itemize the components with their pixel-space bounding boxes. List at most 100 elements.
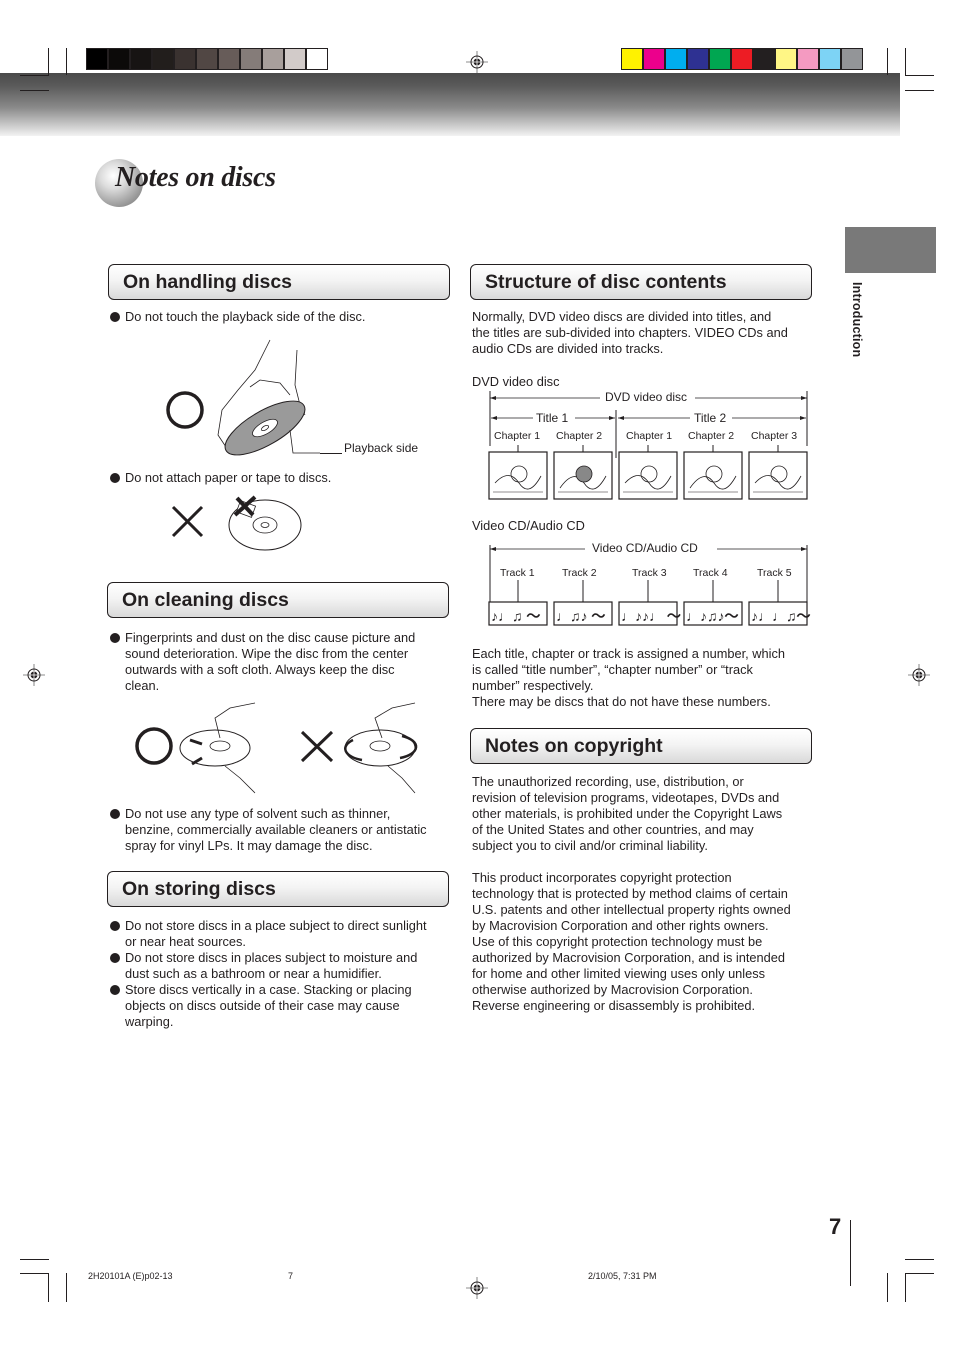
crop-mark	[66, 48, 67, 75]
text-line: Do not store discs in places subject to …	[125, 950, 418, 965]
dvd-chapter-label: Chapter 2	[556, 430, 603, 442]
dvd-title-2-label: Title 2	[694, 411, 727, 425]
text-line: Fingerprints and dust on the disc cause …	[125, 630, 416, 645]
text-line: authorized by Macrovision Corporation, a…	[472, 950, 785, 965]
page-title: Notes on discs	[115, 162, 276, 193]
dvd-title-1-label: Title 1	[536, 411, 569, 425]
dvd-diagram-disc-label: DVD video disc	[605, 390, 688, 404]
gray-swatch	[197, 49, 217, 69]
crop-mark	[905, 1273, 934, 1274]
text-line: by Macrovision Corporation and other rig…	[472, 918, 769, 933]
text-line: dust such as a bathroom or near a humidi…	[125, 966, 382, 981]
crop-mark	[887, 48, 888, 75]
playback-leader-line	[320, 453, 342, 454]
gray-swatch	[87, 49, 107, 69]
cd-track-label: Track 4	[693, 567, 728, 579]
text-line: outwards with a soft cloth. Always keep …	[125, 662, 395, 677]
cleaning-bullet-2: Do not use any type of solvent such as t…	[109, 806, 465, 854]
gray-swatch	[219, 49, 239, 69]
text-line: Each title, chapter or track is assigned…	[472, 646, 785, 661]
crop-mark	[887, 1273, 888, 1302]
dvd-chapter-label: Chapter 3	[751, 430, 798, 442]
storing-bullet-2: Do not store discs in places subject to …	[109, 950, 465, 982]
crop-mark	[20, 1259, 49, 1260]
gray-swatch	[263, 49, 283, 69]
text-line: or near heat sources.	[125, 934, 246, 949]
crop-mark	[66, 1273, 67, 1302]
text-line: Store discs vertically in a case. Stacki…	[125, 982, 412, 997]
text-line: Reverse engineering or disassembly is pr…	[472, 998, 756, 1013]
structure-intro: Normally, DVD video discs are divided in…	[472, 309, 817, 357]
crop-mark	[905, 1259, 934, 1260]
text-line: for home and other limited viewing uses …	[472, 966, 766, 981]
airplane-icon	[683, 451, 743, 500]
text-line: sound deterioration. Wipe the disc from …	[125, 646, 409, 661]
gray-swatch	[175, 49, 195, 69]
color-swatch	[666, 49, 686, 69]
ok-circle-icon	[135, 727, 173, 765]
car-icon	[748, 451, 808, 500]
gray-swatch	[153, 49, 173, 69]
text-line: This product incorporates copyright prot…	[472, 870, 732, 885]
text-line: audio CDs are divided into tracks.	[472, 341, 664, 356]
section-tab-marker	[845, 227, 936, 273]
hand-holding-disc-illustration	[166, 339, 320, 456]
page-number-rule	[850, 1220, 851, 1286]
color-swatch	[622, 49, 642, 69]
ng-cross-icon	[300, 730, 334, 763]
color-swatch	[754, 49, 774, 69]
music-notes-icon: ♩♪♫♪～	[686, 608, 739, 624]
flowers-icon	[488, 451, 548, 500]
color-swatch	[644, 49, 664, 69]
dvd-chapter-label: Chapter 1	[494, 430, 541, 442]
registration-mark-icon	[908, 664, 930, 686]
crop-mark	[905, 75, 934, 76]
text-line: is called “title number”, “chapter numbe…	[472, 662, 753, 677]
header-gradient-band	[0, 73, 900, 136]
text-line: the titles are sub-divided into chapters…	[472, 325, 788, 340]
text-line: technology that is protected by method c…	[472, 886, 788, 901]
heading-storing-discs: On storing discs	[107, 871, 449, 907]
registration-mark-icon	[466, 1277, 488, 1299]
crop-mark	[20, 90, 49, 91]
text-line: Normally, DVD video discs are divided in…	[472, 309, 772, 324]
text-line: Do not use any type of solvent such as t…	[125, 806, 391, 821]
text-line: warping.	[125, 1014, 174, 1029]
section-tab-label: Introduction	[850, 282, 864, 358]
copyright-paragraph-1: The unauthorized recording, use, distrib…	[472, 774, 817, 854]
storing-bullet-1: Do not store discs in a place subject to…	[109, 918, 465, 950]
crop-mark	[48, 48, 49, 75]
handling-bullet-2: Do not attach paper or tape to discs.	[109, 470, 331, 486]
crop-mark	[48, 1273, 49, 1302]
text-line: benzine, commercially available cleaners…	[125, 822, 427, 837]
dvd-structure-diagram	[488, 391, 808, 500]
text-line: revision of television programs, videota…	[472, 790, 780, 805]
gray-swatch	[285, 49, 305, 69]
color-swatch	[776, 49, 796, 69]
music-notes-icon: ♪♩♩♫～	[751, 608, 811, 624]
text-line: of the United States and other countries…	[472, 822, 754, 837]
color-swatch	[688, 49, 708, 69]
color-swatch	[732, 49, 752, 69]
numbering-note: Each title, chapter or track is assigned…	[472, 646, 817, 710]
text-line: There may be discs that do not have thes…	[472, 694, 771, 709]
gray-swatch	[307, 49, 327, 69]
handling-bullet-1: Do not touch the playback side of the di…	[109, 309, 365, 325]
gray-swatch	[131, 49, 151, 69]
page-number: 7	[829, 1214, 842, 1239]
text-line: subject you to civil and/or criminal lia…	[472, 838, 708, 853]
heading-structure: Structure of disc contents	[470, 264, 812, 300]
crop-mark	[20, 75, 49, 76]
dvd-chapter-label: Chapter 1	[626, 430, 673, 442]
text-line: number” respectively.	[472, 678, 594, 693]
cd-track-label: Track 5	[757, 567, 792, 579]
registration-mark-icon	[466, 51, 488, 73]
color-swatch	[798, 49, 818, 69]
cd-diagram-disc-label: Video CD/Audio CD	[592, 541, 698, 555]
text-line: other materials, is prohibited under the…	[472, 806, 783, 821]
text-line: Do not store discs in a place subject to…	[125, 918, 427, 933]
cd-track-label: Track 3	[632, 567, 667, 579]
cd-track-label: Track 2	[562, 567, 597, 579]
process-color-bar	[621, 48, 863, 70]
music-notes-icon: ♪♩♫ ～	[491, 608, 541, 624]
